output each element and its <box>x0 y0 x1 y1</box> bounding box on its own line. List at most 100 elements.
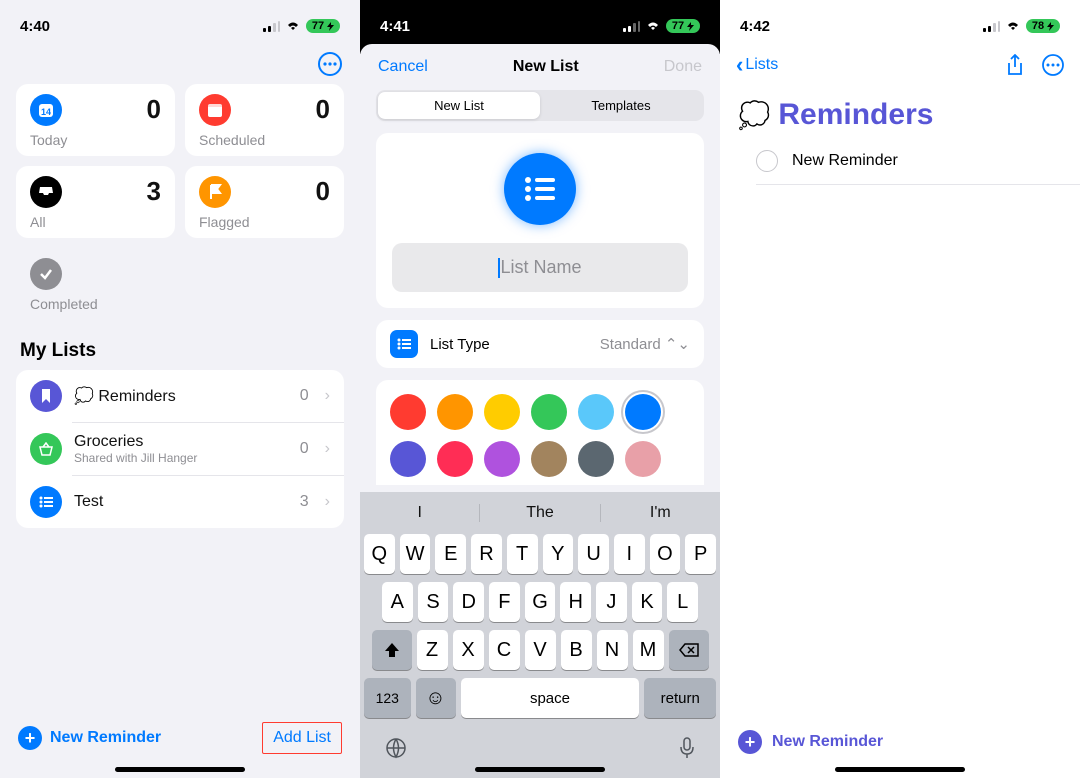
color-swatch[interactable] <box>390 394 426 430</box>
nav-bar: Cancel New List Done <box>360 44 720 90</box>
more-menu-button[interactable] <box>318 52 342 76</box>
screen-reminders-home: 4:40 77 14 0 Today <box>0 0 360 778</box>
list-subtitle: Shared with Jill Hanger <box>74 451 288 465</box>
key-o[interactable]: O <box>650 534 681 574</box>
new-reminder-button[interactable]: + New Reminder <box>738 730 883 754</box>
prediction[interactable]: I'm <box>600 504 720 522</box>
reminder-item[interactable]: New Reminder <box>756 138 1080 185</box>
key-l[interactable]: L <box>667 582 698 622</box>
delete-key[interactable] <box>669 630 709 670</box>
key-m[interactable]: M <box>633 630 664 670</box>
return-key[interactable]: return <box>644 678 716 718</box>
mic-icon[interactable] <box>678 736 696 760</box>
key-t[interactable]: T <box>507 534 538 574</box>
numbers-key[interactable]: 123 <box>364 678 411 718</box>
key-f[interactable]: F <box>489 582 520 622</box>
cancel-button[interactable]: Cancel <box>378 58 428 76</box>
chevron-right-icon: › <box>321 440 330 458</box>
key-p[interactable]: P <box>685 534 716 574</box>
emoji-key[interactable]: ☺ <box>416 678 456 718</box>
color-swatch[interactable] <box>437 441 473 477</box>
key-v[interactable]: V <box>525 630 556 670</box>
globe-icon[interactable] <box>384 736 408 760</box>
color-swatch[interactable] <box>484 441 520 477</box>
key-y[interactable]: Y <box>543 534 574 574</box>
segment-templates[interactable]: Templates <box>540 92 702 119</box>
card-flagged[interactable]: 0 Flagged <box>185 166 344 238</box>
key-e[interactable]: E <box>435 534 466 574</box>
color-swatch[interactable] <box>437 394 473 430</box>
done-button[interactable]: Done <box>664 58 702 76</box>
segment-new-list[interactable]: New List <box>378 92 540 119</box>
key-b[interactable]: B <box>561 630 592 670</box>
list-count: 3 <box>300 493 309 511</box>
key-z[interactable]: Z <box>417 630 448 670</box>
key-q[interactable]: Q <box>364 534 395 574</box>
home-indicator[interactable] <box>115 767 245 772</box>
key-s[interactable]: S <box>418 582 449 622</box>
list-bullet-icon[interactable] <box>504 153 576 225</box>
key-g[interactable]: G <box>525 582 556 622</box>
new-reminder-button[interactable]: + New Reminder <box>18 726 161 750</box>
card-flagged-count: 0 <box>316 176 330 207</box>
prediction[interactable]: I <box>360 504 479 522</box>
completion-circle[interactable] <box>756 150 778 172</box>
list-type-label: List Type <box>430 336 588 353</box>
wifi-icon <box>285 20 301 32</box>
card-today[interactable]: 14 0 Today <box>16 84 175 156</box>
color-swatch[interactable] <box>578 441 614 477</box>
key-k[interactable]: K <box>632 582 663 622</box>
status-icons: 78 <box>983 19 1060 33</box>
list-row[interactable]: 💭 Reminders 0 › <box>16 370 344 422</box>
list-type-row[interactable]: List Type Standard ⌃⌄ <box>376 320 704 368</box>
prediction[interactable]: The <box>479 504 599 522</box>
card-all-label: All <box>30 214 161 230</box>
color-swatch[interactable] <box>578 394 614 430</box>
list-name-input[interactable]: List Name <box>392 243 688 292</box>
home-indicator[interactable] <box>835 767 965 772</box>
signal-icon <box>623 21 640 32</box>
color-swatch[interactable] <box>625 441 661 477</box>
card-scheduled[interactable]: 0 Scheduled <box>185 84 344 156</box>
my-lists-header: My Lists <box>0 320 360 370</box>
shift-key[interactable] <box>372 630 412 670</box>
card-completed-label: Completed <box>30 296 161 312</box>
card-all[interactable]: 3 All <box>16 166 175 238</box>
key-u[interactable]: U <box>578 534 609 574</box>
chevron-left-icon: ‹ <box>736 52 743 78</box>
key-c[interactable]: C <box>489 630 520 670</box>
color-swatch[interactable] <box>531 394 567 430</box>
color-swatch[interactable] <box>484 394 520 430</box>
list-row[interactable]: Groceries Shared with Jill Hanger 0 › <box>72 422 344 475</box>
key-d[interactable]: D <box>453 582 484 622</box>
share-icon[interactable] <box>1006 54 1024 76</box>
card-today-label: Today <box>30 132 161 148</box>
plus-circle-icon: + <box>18 726 42 750</box>
key-r[interactable]: R <box>471 534 502 574</box>
key-x[interactable]: X <box>453 630 484 670</box>
color-swatch[interactable] <box>390 441 426 477</box>
list-type-value: Standard ⌃⌄ <box>600 335 690 353</box>
key-n[interactable]: N <box>597 630 628 670</box>
key-h[interactable]: H <box>560 582 591 622</box>
color-swatch[interactable] <box>531 441 567 477</box>
my-lists: 💭 Reminders 0 › Groceries Shared with Ji… <box>16 370 344 528</box>
card-scheduled-label: Scheduled <box>199 132 330 148</box>
more-icon[interactable] <box>1042 54 1064 76</box>
key-a[interactable]: A <box>382 582 413 622</box>
key-i[interactable]: I <box>614 534 645 574</box>
color-picker <box>376 380 704 485</box>
card-completed[interactable]: Completed <box>16 248 175 320</box>
color-swatch[interactable] <box>625 394 661 430</box>
key-j[interactable]: J <box>596 582 627 622</box>
list-row[interactable]: Test 3 › <box>72 475 344 528</box>
segmented-control[interactable]: New List Templates <box>376 90 704 121</box>
add-list-button[interactable]: Add List <box>262 722 342 754</box>
space-key[interactable]: space <box>461 678 640 718</box>
key-w[interactable]: W <box>400 534 431 574</box>
toolbar <box>0 44 360 84</box>
home-indicator[interactable] <box>475 767 605 772</box>
reminder-title: New Reminder <box>792 152 898 170</box>
back-button[interactable]: ‹ Lists <box>736 52 778 78</box>
checkmark-icon <box>30 258 62 290</box>
